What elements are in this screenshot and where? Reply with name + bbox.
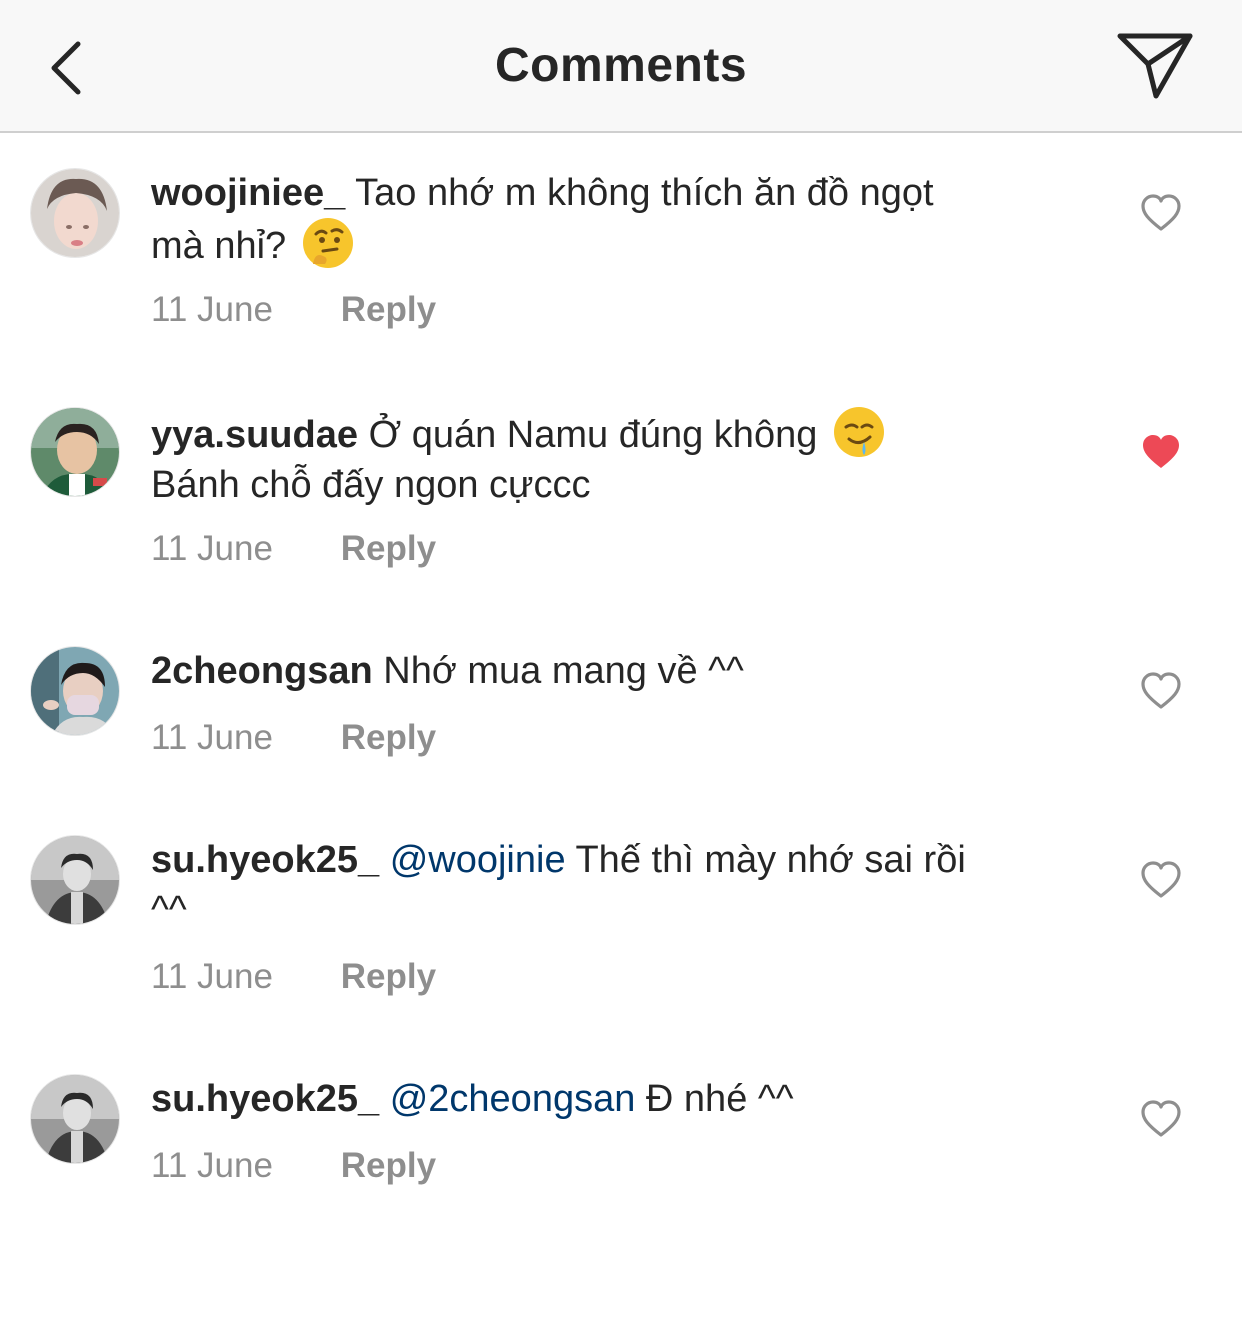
comment-date: 11 June — [151, 957, 273, 996]
like-button[interactable] — [1140, 860, 1182, 900]
comment-text: su.hyeok25_ @2cheongsan Đ nhé ^^ — [151, 1074, 1081, 1124]
comment-body: Nhớ mua mang về ^^ — [383, 650, 744, 692]
avatar[interactable] — [30, 646, 120, 736]
heart-outline-icon — [1141, 672, 1181, 709]
comment-date: 11 June — [151, 718, 273, 757]
heart-outline-icon — [1141, 861, 1181, 898]
avatar[interactable] — [30, 1074, 120, 1164]
reply-button[interactable]: Reply — [341, 290, 436, 329]
comment-text: yya.suudae Ở quán Namu đúng không Bánh c… — [151, 407, 1081, 510]
comment-meta: 11 June Reply — [151, 1146, 436, 1186]
comment-text: woojiniee_ Tao nhớ m không thích ăn đồ n… — [151, 168, 1081, 271]
comment-body: Đ nhé ^^ — [645, 1078, 794, 1120]
like-button[interactable] — [1140, 1099, 1182, 1139]
comment-body: Ở quán Namu đúng không — [368, 414, 818, 456]
share-button[interactable] — [1114, 30, 1194, 102]
comment-text: 2cheongsan Nhớ mua mang về ^^ — [151, 646, 1081, 696]
comment-meta: 11 June Reply — [151, 529, 436, 569]
heart-outline-icon — [1141, 1100, 1181, 1137]
comment-date: 11 June — [151, 529, 273, 568]
heart-filled-icon — [1143, 435, 1179, 468]
comment-date: 11 June — [151, 1146, 273, 1185]
mention-link[interactable]: @woojinie — [390, 839, 566, 881]
comment-body: Tao nhớ m không thích ăn đồ ngọt — [355, 172, 934, 214]
avatar[interactable] — [30, 168, 120, 258]
comment-username[interactable]: su.hyeok25_ — [151, 1078, 379, 1120]
mention-link[interactable]: @2cheongsan — [390, 1078, 636, 1120]
heart-outline-icon — [1141, 194, 1181, 231]
reply-button[interactable]: Reply — [341, 1146, 436, 1185]
avatar[interactable] — [30, 835, 120, 925]
thinking-face-icon — [302, 218, 353, 268]
drooling-face-icon — [833, 407, 884, 457]
comment-body: Thế thì mày nhớ sai rồi — [575, 839, 966, 881]
comment-date: 11 June — [151, 290, 273, 329]
reply-button[interactable]: Reply — [341, 529, 436, 568]
reply-button[interactable]: Reply — [341, 957, 436, 996]
comment-text: su.hyeok25_ @woojinie Thế thì mày nhớ sa… — [151, 835, 1081, 935]
comment-meta: 11 June Reply — [151, 957, 436, 997]
like-button[interactable] — [1140, 671, 1182, 711]
comment-body-line2: Bánh chỗ đấy ngon cựccc — [151, 464, 591, 506]
comment-username[interactable]: su.hyeok25_ — [151, 839, 379, 881]
like-button[interactable] — [1140, 432, 1182, 472]
comment-username[interactable]: yya.suudae — [151, 414, 358, 456]
reply-button[interactable]: Reply — [341, 718, 436, 757]
top-navigation-bar: Comments — [0, 0, 1242, 133]
paper-plane-icon — [1117, 33, 1193, 99]
comment-username[interactable]: 2cheongsan — [151, 650, 373, 692]
comment-username[interactable]: woojiniee_ — [151, 172, 345, 214]
page-title: Comments — [494, 39, 748, 92]
like-button[interactable] — [1140, 193, 1182, 233]
avatar[interactable] — [30, 407, 120, 497]
comment-body-line2: ^^ — [151, 889, 187, 931]
comment-meta: 11 June Reply — [151, 290, 436, 330]
comment-meta: 11 June Reply — [151, 718, 436, 758]
comment-body-line2: mà nhỉ? — [151, 225, 287, 267]
